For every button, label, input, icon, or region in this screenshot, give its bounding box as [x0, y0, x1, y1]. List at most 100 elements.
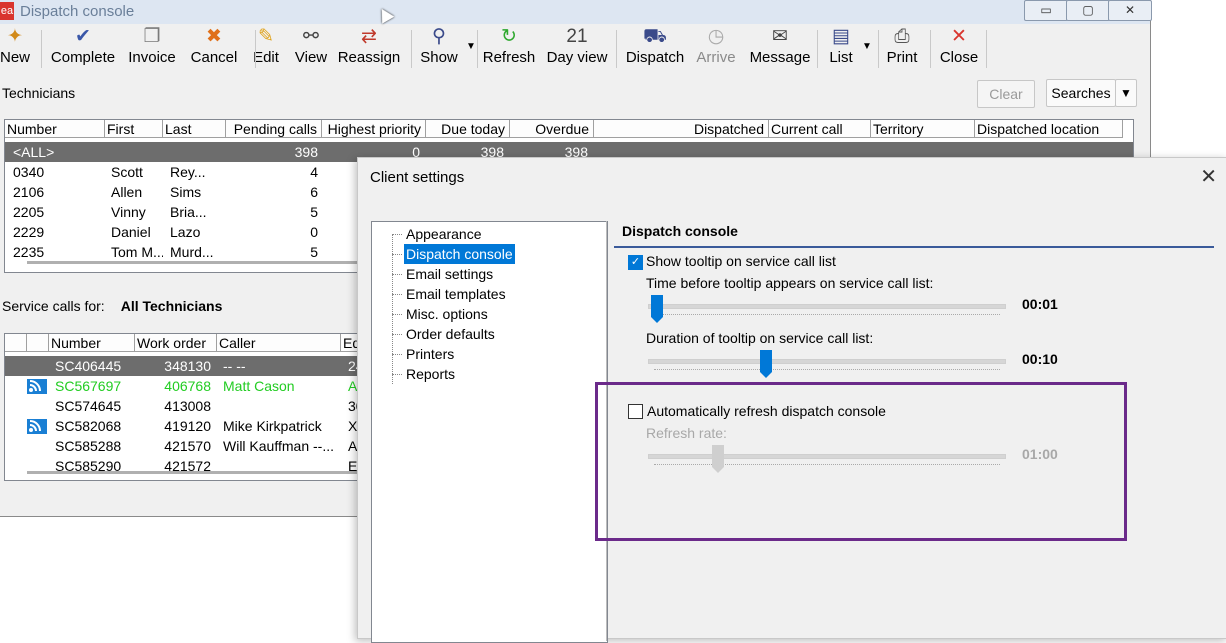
technicians-column-header[interactable]: Number — [5, 120, 105, 138]
technicians-hscrollbar[interactable] — [27, 261, 367, 264]
window-close-button[interactable]: ✕ — [1108, 0, 1152, 21]
toolbar-arrive-button: ◷ Arrive — [694, 26, 738, 72]
show-tooltip-checkbox[interactable]: ✓ — [628, 255, 643, 270]
tree-item-email-templates[interactable]: Email templates — [404, 284, 508, 304]
tooltip-delay-slider[interactable] — [651, 295, 663, 323]
technicians-column-header[interactable]: Overdue — [510, 120, 594, 138]
service-calls-flag-column-header — [27, 334, 49, 352]
show-tooltip-label[interactable]: Show tooltip on service call list — [646, 253, 836, 269]
technicians-column-header[interactable]: Current call — [769, 120, 871, 138]
technician-pending-cell: 5 — [310, 204, 318, 220]
minimize-button[interactable]: ▭ — [1024, 0, 1068, 21]
maximize-button[interactable]: ▢ — [1066, 0, 1110, 21]
toolbar-dispatch-button[interactable]: ⛟ Dispatch — [622, 26, 688, 72]
section-title: Dispatch console — [622, 223, 738, 239]
toolbar-list-button[interactable]: ▤ List — [822, 26, 860, 72]
show-dropdown-icon[interactable]: ▼ — [466, 41, 476, 52]
complete-icon: ✔ — [75, 26, 91, 47]
service-call-row[interactable]: SC585288421570Will Kauffman --...AZ — [5, 436, 365, 456]
rss-feed-icon — [27, 419, 47, 434]
cancel-icon: ✖ — [206, 26, 222, 47]
searches-dropdown-icon[interactable]: ▼ — [1115, 79, 1137, 107]
show-icon: ⚲ — [432, 26, 446, 47]
service-calls-hscrollbar[interactable] — [27, 471, 365, 474]
searches-button[interactable]: Searches — [1046, 79, 1116, 107]
technicians-column-header[interactable]: Highest priority — [322, 120, 426, 138]
toolbar-show-button[interactable]: ⚲ Show — [415, 26, 463, 72]
tree-item-email-settings[interactable]: Email settings — [404, 264, 495, 284]
service-calls-grid[interactable]: Number Work order Caller Eq SC406445 348130-… — [4, 333, 366, 481]
toolbar-edit-button[interactable]: ✎ Edit — [252, 26, 280, 72]
toolbar-refresh-button[interactable]: ↻ Refresh — [481, 26, 537, 72]
service-calls-column-header[interactable]: Caller — [217, 334, 341, 352]
service-calls-column-header[interactable]: Number — [49, 334, 135, 352]
print-icon: ⎙ — [894, 26, 910, 47]
technicians-column-header[interactable]: First — [105, 120, 163, 138]
service-call-row[interactable]: SC574645 413008 30 — [5, 396, 365, 416]
toolbar-separator — [477, 30, 478, 68]
service-call-row[interactable]: SC567697 406768 Matt Cason Al — [5, 376, 365, 396]
technician-last-cell: Bria... — [170, 204, 207, 220]
service-call-wo-cell: 413008 — [164, 398, 211, 414]
tree-item-order-defaults[interactable]: Order defaults — [404, 324, 497, 344]
technicians-column-header[interactable]: Pending calls — [226, 120, 322, 138]
service-call-number-cell: SC585288 — [55, 438, 122, 454]
toolbar-day-view-button[interactable]: 21 Day view — [544, 26, 610, 72]
technician-pending-cell: 5 — [310, 244, 318, 260]
toolbar-reassign-button[interactable]: ⇄ Reassign — [337, 26, 401, 72]
technicians-column-header[interactable]: Territory — [871, 120, 975, 138]
technician-last-cell: Rey... — [170, 164, 206, 180]
service-call-row[interactable]: SC406445 348130 -- -- 24 — [5, 356, 365, 376]
toolbar-cancel-label: Cancel — [190, 49, 238, 66]
technician-last-cell: Sims — [170, 184, 202, 200]
window-title: Dispatch console — [20, 3, 135, 20]
technicians-column-header[interactable]: Dispatched — [594, 120, 769, 138]
tooltip-duration-slider[interactable] — [759, 350, 772, 378]
technicians-column-header[interactable]: Last — [163, 120, 226, 138]
technician-first-cell: Allen — [111, 184, 143, 200]
refresh-icon: ↻ — [501, 26, 517, 47]
close-icon: ✕ — [951, 26, 967, 47]
tree-connector — [392, 334, 402, 335]
toolbar-close-button[interactable]: ✕ Close — [936, 26, 982, 72]
service-call-caller-cell: Matt Cason — [223, 378, 295, 394]
tree-item-reports[interactable]: Reports — [404, 364, 457, 384]
tree-item-printers[interactable]: Printers — [404, 344, 456, 364]
technicians-column-header[interactable]: Due today — [426, 120, 510, 138]
toolbar-complete-label: Complete — [50, 49, 116, 66]
toolbar-complete-button[interactable]: ✔ Complete — [48, 26, 118, 72]
service-call-number-cell: SC567697 — [55, 378, 122, 394]
service-call-row[interactable]: SC582068419120Mike KirkpatrickXT — [5, 416, 365, 436]
list-dropdown-icon[interactable]: ▼ — [862, 41, 872, 52]
toolbar-reassign-label: Reassign — [337, 49, 401, 66]
service-calls-column-header[interactable]: Work order — [135, 334, 217, 352]
technician-number-cell: 2235 — [13, 244, 45, 260]
toolbar: ✦ New ✔ Complete ❐ Invoice ✖ Cancel ✎ Edit ⚯ View ⇄ R… — [0, 26, 1150, 72]
toolbar-separator — [411, 30, 412, 68]
technician-first-cell: Scott — [111, 164, 143, 180]
tree-item-misc-options[interactable]: Misc. options — [404, 304, 490, 324]
tree-connector — [392, 294, 402, 295]
toolbar-print-button[interactable]: ⎙ Print — [883, 26, 921, 72]
technicians-column-header[interactable]: Dispatched location — [975, 120, 1123, 138]
tooltip-duration-ticks — [654, 369, 1000, 372]
toolbar-invoice-button[interactable]: ❐ Invoice — [126, 26, 178, 72]
service-calls-for-text: Service calls for: — [2, 298, 105, 314]
tree-item-appearance[interactable]: Appearance — [404, 224, 484, 244]
toolbar-new-button[interactable]: ✦ New — [0, 26, 30, 72]
technician-pending-cell: 0 — [310, 224, 318, 240]
toolbar-edit-label: Edit — [253, 49, 279, 66]
tree-connector — [392, 234, 402, 235]
tree-connector — [392, 274, 402, 275]
dialog-close-icon[interactable]: ✕ — [1200, 166, 1217, 188]
technician-number-cell: 0340 — [13, 164, 45, 180]
clear-button[interactable]: Clear — [977, 80, 1035, 108]
tree-item-dispatch-console[interactable]: Dispatch console — [404, 244, 515, 264]
service-call-number-cell: SC406445 — [55, 358, 122, 374]
toolbar-cancel-button[interactable]: ✖ Cancel — [188, 26, 240, 72]
list-icon: ▤ — [832, 26, 850, 47]
toolbar-view-button[interactable]: ⚯ View — [292, 26, 330, 72]
technician-first-cell: Tom M... — [111, 244, 163, 260]
toolbar-message-button[interactable]: ✉ Message — [748, 26, 812, 72]
title-bar: ea Dispatch console ▭ ▢ ✕ — [0, 0, 1152, 24]
